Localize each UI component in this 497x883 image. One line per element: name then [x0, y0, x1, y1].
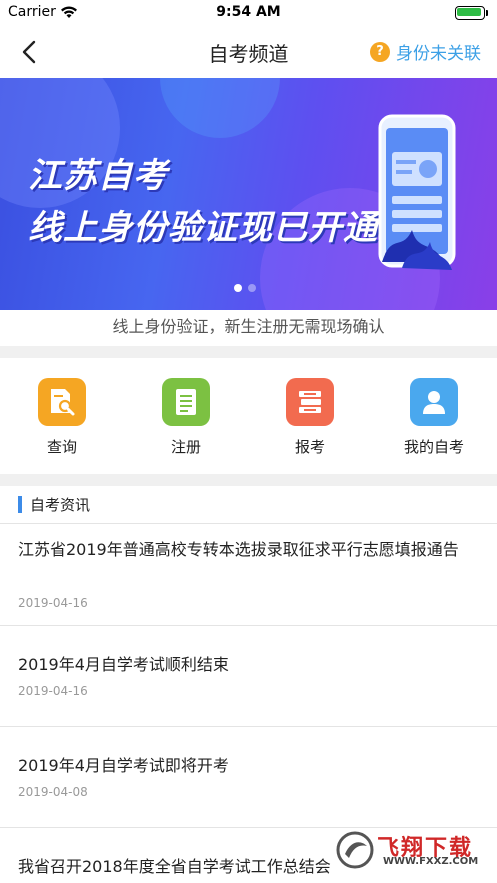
carousel-dot[interactable]: [248, 284, 256, 292]
banner-headline-1: 江苏自考: [28, 156, 168, 196]
menu-item-my-exam[interactable]: 我的自考: [384, 378, 484, 468]
news-section-title: 自考资讯: [30, 496, 91, 514]
clock: 9:54 AM: [216, 4, 281, 20]
menu-item-apply[interactable]: 报考: [260, 378, 360, 468]
news-title: 2019年4月自学考试即将开考: [18, 756, 229, 775]
news-item[interactable]: 2019年4月自学考试即将开考 2019-04-08: [0, 727, 497, 828]
banner-caption: 线上身份验证，新生注册无需现场确认: [0, 310, 497, 346]
carousel-dot[interactable]: [234, 284, 242, 292]
identity-status-button[interactable]: ? 身份未关联: [370, 39, 481, 64]
status-bar: Carrier 9:54 AM: [0, 0, 497, 26]
banner-headline-2: 线上身份验证现已开通: [28, 208, 378, 248]
user-profile-icon: [410, 378, 458, 426]
news-title: 2019年4月自学考试顺利结束: [18, 655, 229, 674]
document-list-icon: [162, 378, 210, 426]
menu-label: 查询: [46, 438, 77, 456]
news-date: 2019-04-16: [18, 596, 88, 610]
section-divider: [0, 474, 497, 486]
menu-item-register[interactable]: 注册: [136, 378, 236, 468]
watermark-url: WWW.FXXZ.COM: [383, 856, 479, 867]
battery-icon: [455, 6, 489, 20]
menu-item-query[interactable]: 查询: [12, 378, 112, 468]
section-divider: [0, 346, 497, 358]
news-title: 江苏省2019年普通高校专转本选拔录取征求平行志愿填报通告: [18, 540, 459, 559]
banner-decor: [160, 78, 280, 138]
news-item[interactable]: 江苏省2019年普通高校专转本选拔录取征求平行志愿填报通告 2019-04-16: [0, 525, 497, 626]
brand-logo-icon: [335, 830, 375, 874]
phone-illustration-icon: [372, 112, 462, 286]
news-item[interactable]: 2019年4月自学考试顺利结束 2019-04-16: [0, 626, 497, 727]
books-stack-icon: [286, 378, 334, 426]
question-icon: ?: [370, 41, 390, 62]
promo-banner[interactable]: 江苏自考 线上身份验证现已开通: [0, 78, 497, 310]
news-date: 2019-04-16: [18, 684, 88, 698]
quick-menu: 查询 注册 报考 我的自考: [0, 358, 497, 474]
news-section-header: 自考资讯: [0, 486, 497, 524]
menu-label: 我的自考: [403, 438, 464, 456]
identity-status-label: 身份未关联: [396, 44, 481, 64]
nav-bar: 自考频道 ? 身份未关联: [0, 26, 497, 78]
menu-label: 注册: [170, 438, 201, 456]
watermark: 飞翔下载 WWW.FXXZ.COM: [331, 828, 483, 872]
section-accent-bar: [18, 496, 22, 513]
news-date: 2019-04-08: [18, 785, 88, 799]
menu-label: 报考: [294, 438, 325, 456]
search-document-icon: [38, 378, 86, 426]
carousel-indicator[interactable]: [234, 284, 256, 292]
